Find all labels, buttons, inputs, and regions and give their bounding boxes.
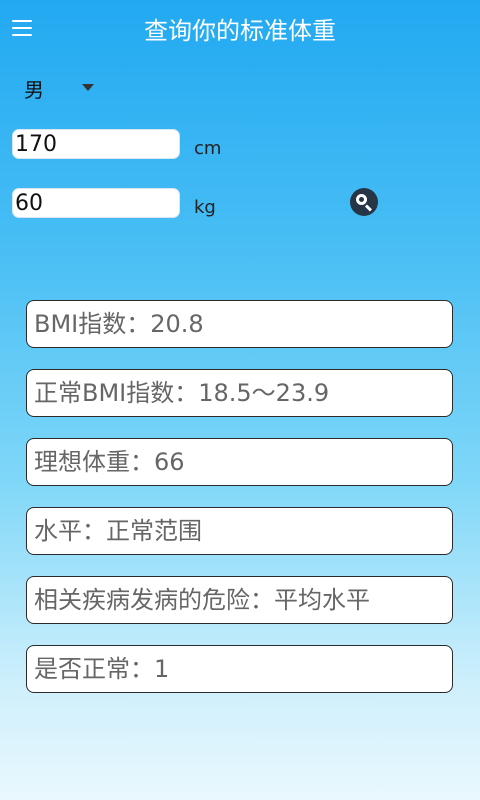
level-result: 水平：正常范围 bbox=[26, 507, 453, 555]
chevron-down-icon[interactable] bbox=[82, 84, 94, 91]
weight-unit-label: kg bbox=[194, 197, 216, 218]
disease-risk-result: 相关疾病发病的危险：平均水平 bbox=[26, 576, 453, 624]
bmi-result: BMI指数：20.8 bbox=[26, 300, 453, 348]
search-icon bbox=[356, 194, 367, 205]
weight-input[interactable]: 60 bbox=[12, 188, 180, 218]
normal-bmi-range-result: 正常BMI指数：18.5～23.9 bbox=[26, 369, 453, 417]
gender-select[interactable]: 男 bbox=[24, 74, 44, 103]
height-unit-label: cm bbox=[194, 138, 222, 159]
ideal-weight-result: 理想体重：66 bbox=[26, 438, 453, 486]
page-title: 查询你的标准体重 bbox=[144, 17, 336, 45]
app-bar: 查询你的标准体重 bbox=[0, 0, 480, 62]
is-normal-result: 是否正常：1 bbox=[26, 645, 453, 693]
search-button[interactable] bbox=[350, 188, 378, 216]
height-input[interactable]: 170 bbox=[12, 129, 180, 159]
